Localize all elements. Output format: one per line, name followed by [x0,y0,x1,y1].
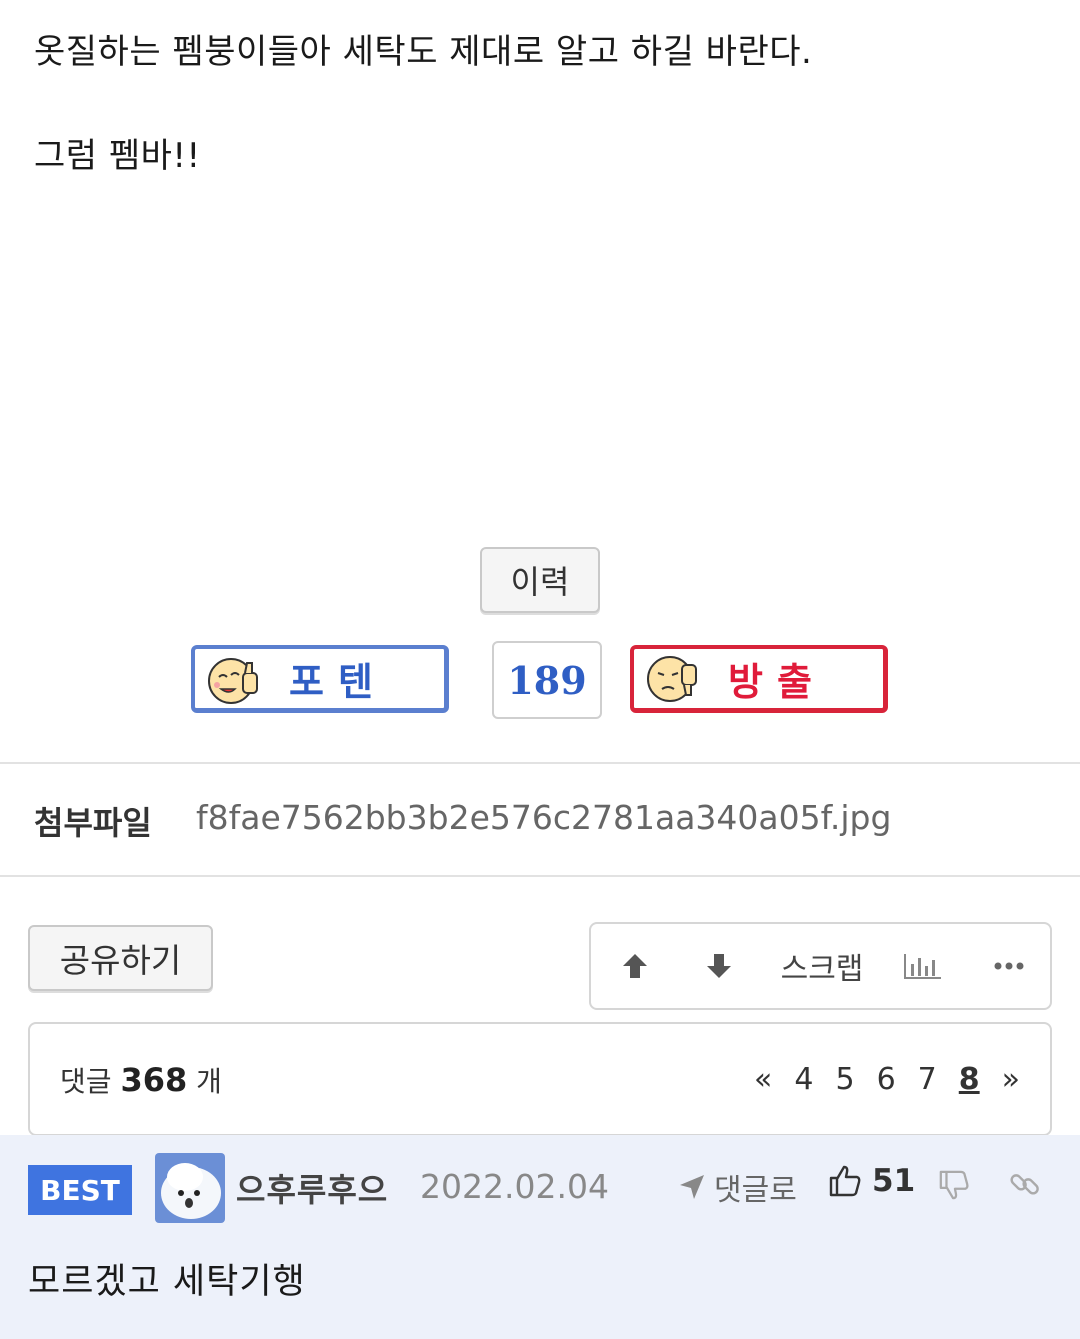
divider [0,762,1080,764]
share-button[interactable]: 공유하기 [28,925,213,991]
attachment-file-link[interactable]: f8fae7562bb3b2e576c2781aa340a05f.jpg [196,798,891,837]
arrow-up-icon [623,954,647,978]
attachment-label: 첨부파일 [34,804,152,842]
upvote-label: 포텐 [289,659,387,704]
history-button[interactable]: 이력 [480,547,600,613]
thumbs-down-face-icon [647,655,697,702]
thumbs-down-icon [939,1170,969,1200]
comment-permalink-button[interactable] [1008,1167,1042,1205]
page-6[interactable]: 6 [877,1062,896,1097]
divider [0,875,1080,877]
stats-button[interactable] [899,924,947,1008]
comment-header: 댓글 368 개 « 4 5 6 7 8 » [28,1022,1052,1136]
post-line-1: 옷질하는 펨붕이들아 세탁도 제대로 알고 하길 바란다. [34,32,813,72]
comment-body: 모르겠고 세탁기행 [28,1262,306,1302]
best-comment: BEST 으후루후으 2022.02.04 댓글로 51 모르겠고 세탁기행 [0,1135,1080,1339]
comment-pagination: « 4 5 6 7 8 » [732,1062,1020,1097]
page-current[interactable]: 8 [959,1062,980,1097]
vote-count: 189 [492,641,602,719]
upvote-button[interactable]: 포텐 [191,645,449,713]
downvote-button[interactable]: 방출 [630,645,888,713]
page-first[interactable]: « [754,1062,772,1097]
upvote-arrow-button[interactable] [611,924,659,1008]
downvote-label: 방출 [728,659,826,704]
comment-count-prefix: 댓글 [60,1065,112,1098]
comment-date: 2022.02.04 [420,1167,609,1206]
link-icon [1010,1174,1039,1195]
comment-like-button[interactable]: 51 [828,1163,915,1199]
avatar[interactable] [155,1153,225,1223]
like-count: 51 [872,1163,916,1199]
best-badge: BEST [28,1165,132,1215]
reply-label: 댓글로 [714,1173,797,1208]
stats-icon [904,954,941,979]
comment-count-suffix: 개 [196,1065,222,1098]
arrow-down-icon [707,954,731,978]
more-icon [994,962,1024,970]
page-5[interactable]: 5 [835,1062,854,1097]
page-4[interactable]: 4 [794,1062,813,1097]
thumbs-up-icon [829,1165,861,1197]
post-line-2: 그럼 펨바!! [34,136,201,176]
seal-avatar-icon [155,1153,225,1223]
comment-dislike-button[interactable] [938,1169,970,1205]
comment-count-number: 368 [120,1061,188,1099]
more-button[interactable] [987,924,1031,1008]
post-action-toolbar: 스크랩 [589,922,1052,1010]
send-arrow-icon [680,1175,704,1199]
comment-count: 댓글 368 개 [60,1060,222,1100]
page-7[interactable]: 7 [918,1062,937,1097]
thumbs-up-face-icon [208,657,258,704]
scrap-button[interactable]: 스크랩 [777,924,867,1008]
page-last[interactable]: » [1002,1062,1020,1097]
downvote-arrow-button[interactable] [695,924,743,1008]
reply-button[interactable]: 댓글로 [678,1165,797,1209]
comment-username[interactable]: 으후루후으 [236,1165,388,1211]
